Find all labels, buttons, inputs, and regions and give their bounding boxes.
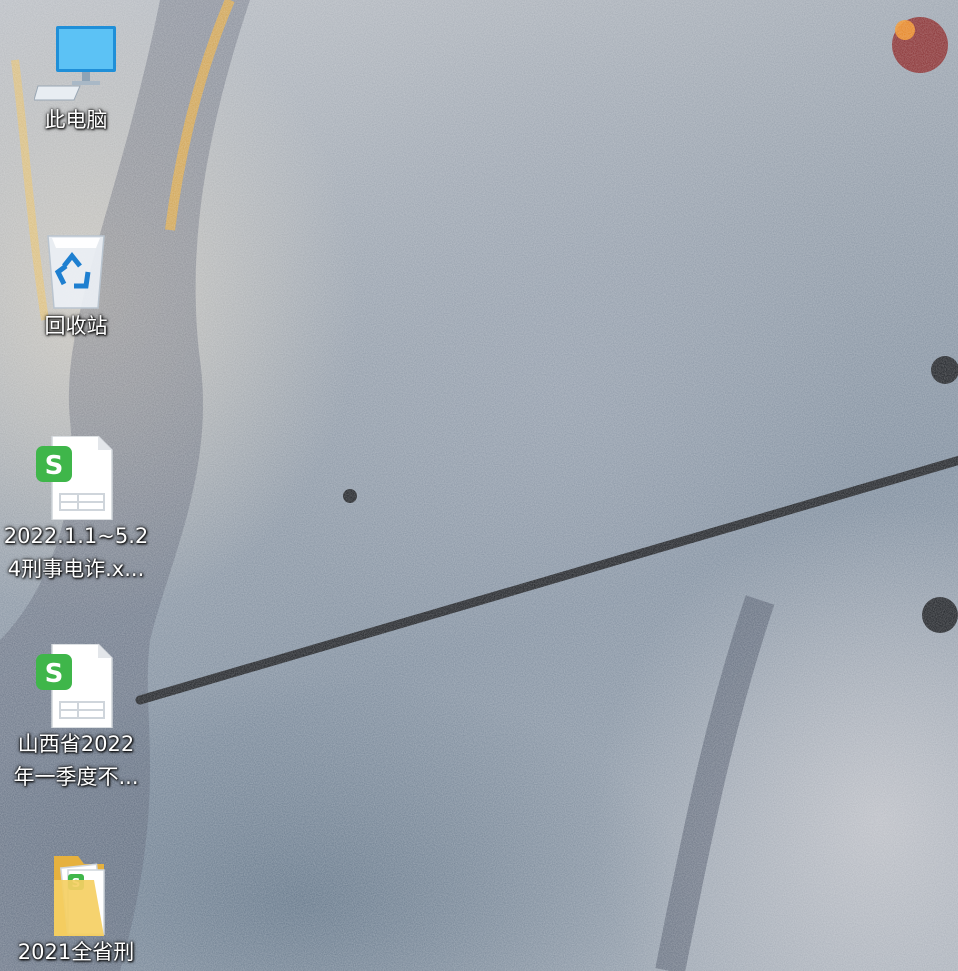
desktop-background[interactable]: 此电脑 回收站 S 2022.1.1~5.2 4刑事电诈.x... S 山西省2… — [0, 0, 958, 971]
icon-label-line: 4刑事电诈.x... — [7, 557, 145, 581]
this-pc-icon — [34, 20, 118, 104]
wps-spreadsheet-icon: S — [34, 644, 118, 728]
svg-text:S: S — [45, 451, 64, 481]
icon-label-line: 2021全省刑 — [17, 940, 135, 964]
icon-label-line: 回收站 — [44, 314, 108, 338]
icon-label-line: 山西省2022 — [17, 732, 135, 756]
recycle-bin-icon — [34, 226, 118, 310]
desktop-icon-recycle-bin[interactable]: 回收站 — [0, 226, 152, 343]
desktop-icon-this-pc[interactable]: 此电脑 — [0, 20, 152, 137]
desktop-icon-folder[interactable]: S 2021全省刑 — [0, 852, 152, 969]
desktop-icon-xlsx-file[interactable]: S 山西省2022 年一季度不... — [0, 644, 152, 794]
svg-text:S: S — [45, 659, 64, 689]
wps-spreadsheet-icon: S — [34, 436, 118, 520]
icon-label-line: 年一季度不... — [13, 765, 139, 789]
desktop-icon-xlsx-file[interactable]: S 2022.1.1~5.2 4刑事电诈.x... — [0, 436, 152, 586]
icon-label-line: 此电脑 — [44, 108, 108, 132]
folder-icon: S — [34, 852, 118, 936]
icon-label-line: 2022.1.1~5.2 — [3, 524, 149, 548]
